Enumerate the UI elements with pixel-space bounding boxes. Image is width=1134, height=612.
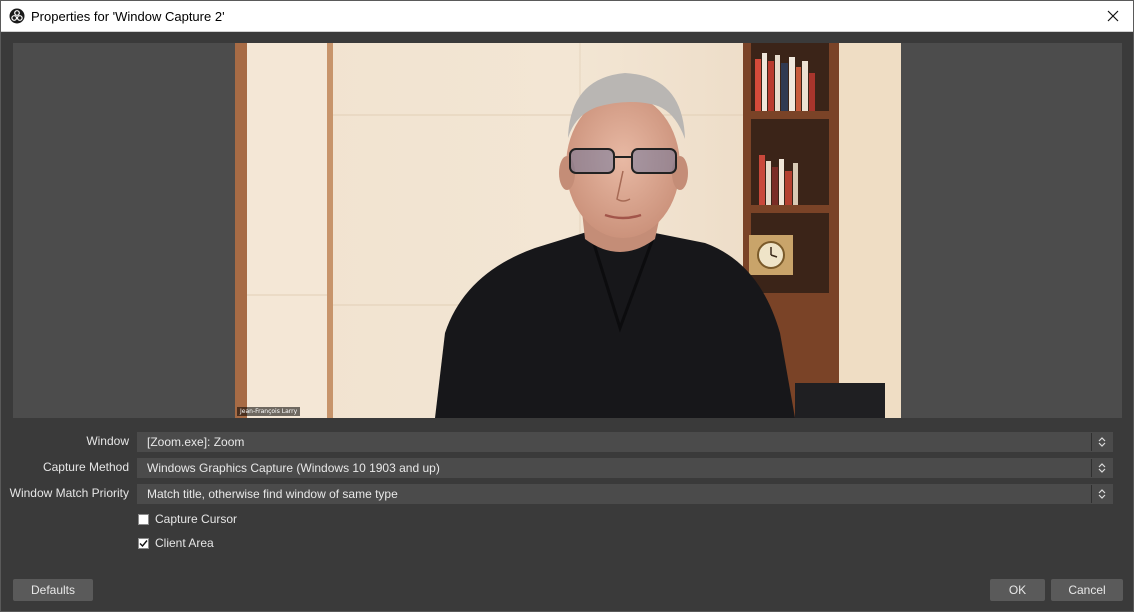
window-select[interactable]: [Zoom.exe]: Zoom [137,432,1113,452]
updown-arrows-icon [1091,485,1112,503]
participant-name-tag: Jean-François Larry [237,407,301,416]
source-preview: Jean-François Larry [13,43,1122,418]
capture-cursor-label: Capture Cursor [155,512,238,526]
close-button[interactable] [1093,1,1133,31]
window-select-value: [Zoom.exe]: Zoom [147,435,245,449]
close-icon [1107,10,1119,22]
cancel-button[interactable]: Cancel [1051,579,1123,601]
captured-video-frame: Jean-François Larry [235,43,901,418]
client-area-label: Client Area [155,536,214,550]
defaults-button[interactable]: Defaults [13,579,93,601]
window-label: Window [86,434,129,448]
updown-arrows-icon [1091,459,1112,477]
properties-dialog: Properties for 'Window Capture 2' Jean-F… [0,0,1134,612]
checkmark-icon [138,537,149,549]
match-priority-label: Window Match Priority [9,486,129,500]
updown-arrows-icon [1091,433,1112,451]
capture-method-select[interactable]: Windows Graphics Capture (Windows 10 190… [137,458,1113,478]
capture-cursor-checkbox[interactable]: Capture Cursor [138,511,237,527]
capture-method-label: Capture Method [42,460,129,474]
client-area-checkbox[interactable]: Client Area [138,535,214,551]
ok-button[interactable]: OK [990,579,1045,601]
dialog-title: Properties for 'Window Capture 2' [31,9,225,24]
capture-method-value: Windows Graphics Capture (Windows 10 190… [147,461,440,475]
title-bar: Properties for 'Window Capture 2' [1,1,1133,32]
match-priority-select[interactable]: Match title, otherwise find window of sa… [137,484,1113,504]
obs-logo-icon [9,8,25,24]
checkbox-unchecked-icon [138,513,149,525]
match-priority-value: Match title, otherwise find window of sa… [147,487,398,501]
